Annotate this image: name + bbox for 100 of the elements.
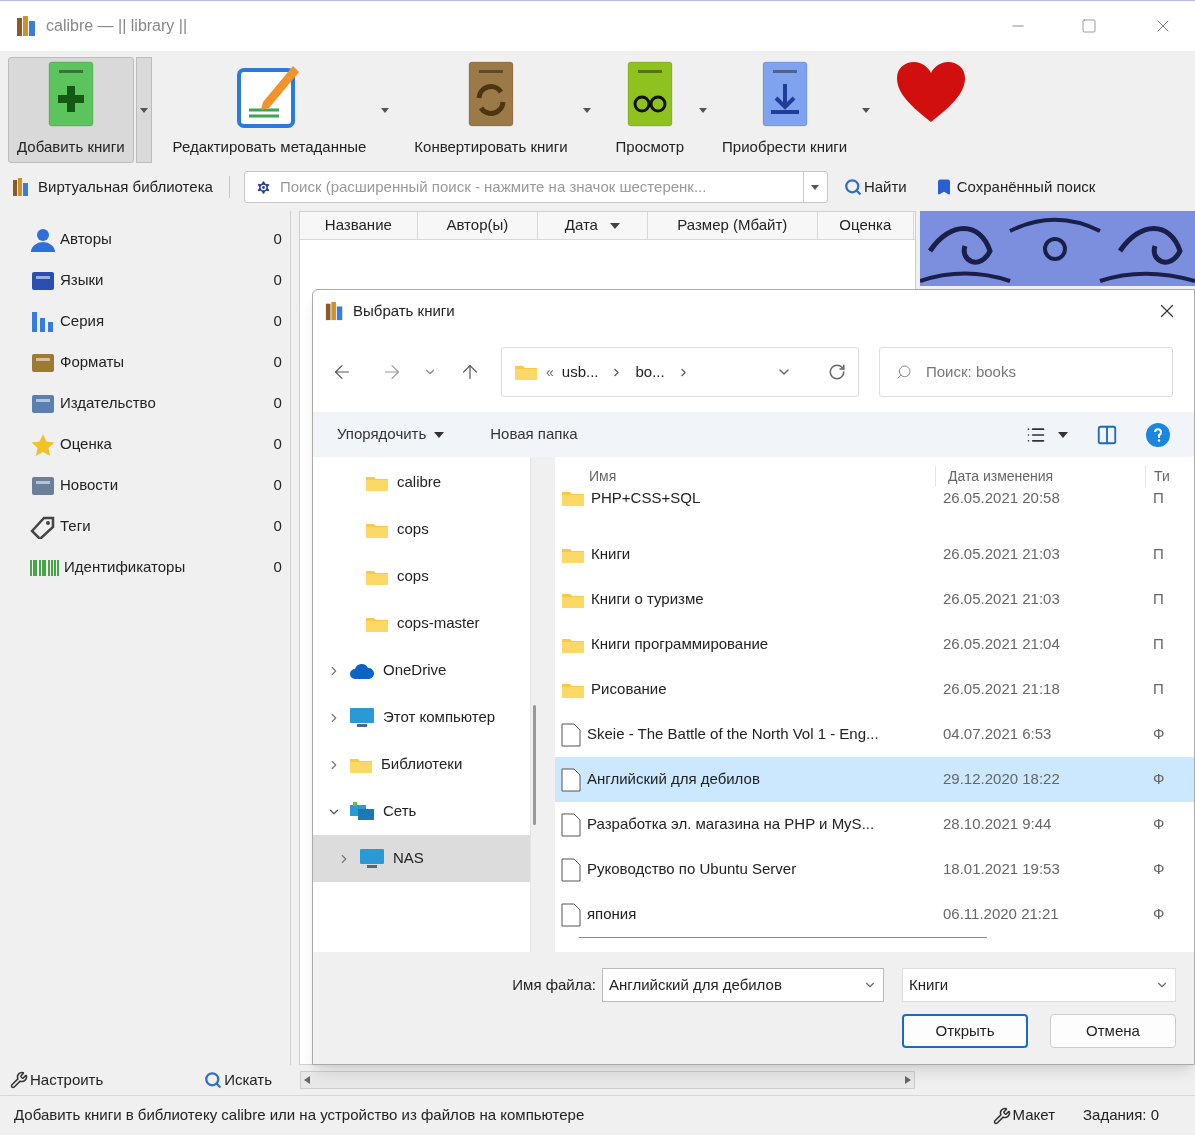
layout-button[interactable]: Макет [992,1104,1056,1127]
overflow-chevron-icon[interactable]: « [546,361,554,383]
file-type: Ф [1152,769,1165,790]
open-button[interactable]: Открыть [902,1014,1028,1048]
find-button[interactable]: Искать [204,1068,272,1092]
category-label[interactable]: Авторы [60,228,270,251]
search-icon[interactable] [843,178,862,196]
search-icon[interactable] [204,1071,223,1089]
file-row[interactable]: Рисование 26.05.2021 21:18 П [555,667,1194,712]
column-header[interactable]: Имя [555,466,935,487]
file-date: 04.07.2021 6:53 [942,724,1053,745]
navigation-item[interactable]: Библиотеки [313,741,530,788]
file-type: Ф [1152,859,1165,880]
toolbar-button[interactable]: Приобрести книги [713,57,857,163]
file-date: 28.10.2021 9:44 [942,814,1053,835]
category-count: 0 [273,516,282,537]
file-name: Рисование [591,679,667,700]
search-field[interactable]: Поиск: books [926,360,1156,384]
library-books-icon [12,177,30,197]
file-row[interactable]: Книги 26.05.2021 21:03 П [555,532,1194,577]
address-bar[interactable]: « usb... bo... [501,347,859,397]
new-folder-button[interactable]: Новая папка [490,423,578,446]
category-label[interactable]: Издательство [60,392,270,415]
navigation-label: NAS [393,848,424,869]
horizontal-scrollbar[interactable] [300,1071,915,1089]
category-label[interactable]: Оценка [60,433,270,456]
navigation-item[interactable]: Этот компьютер [313,694,530,741]
file-row[interactable]: Руководство по Ubuntu Server 18.01.2021 19:53 Ф [555,847,1194,892]
toolbar-button[interactable]: Конвертировать книги [405,57,577,163]
search-box[interactable]: Поиск: books [879,347,1173,397]
virtual-library-button[interactable]: Виртуальная библиотека [38,175,230,199]
navigation-item[interactable]: cops-master [313,600,530,647]
column-header[interactable]: Ти [1145,466,1170,487]
search-field[interactable]: Поиск (расширенный поиск - нажмите на значок шестеренк... [279,175,803,199]
file-type: П [1152,544,1164,565]
scroll-left-icon[interactable] [304,1076,310,1084]
organize-button[interactable]: Упорядочить [337,423,445,446]
column-header[interactable]: Размер (Мбайт) [647,212,818,239]
navigation-item[interactable]: OneDrive [313,647,530,694]
category-label[interactable]: Теги [60,515,270,538]
configure-button[interactable]: Настроить [10,1068,104,1092]
navigation-item[interactable]: NAS [313,835,530,882]
file-type-filter[interactable]: Книги [909,973,949,997]
find-button[interactable]: Найти [843,175,907,199]
refresh-icon[interactable] [828,363,846,381]
search-box[interactable]: Поиск (расширенный поиск - нажмите на значок шестеренк... [243,171,828,203]
breadcrumb[interactable]: bo... [635,360,665,384]
file-name: Книги программирование [591,634,769,655]
breadcrumb[interactable]: usb... [561,360,599,384]
file-row[interactable]: Книги о туризме 26.05.2021 21:03 П [555,577,1194,622]
navigation-item[interactable]: calibre [313,459,530,506]
file-type: П [1152,679,1164,700]
file-name: Руководство по Ubuntu Server [587,859,797,880]
file-row[interactable]: япония 06.11.2020 21:21 Ф [555,892,1194,937]
search-icon[interactable] [896,364,912,380]
navigation-label: cops-master [397,613,480,634]
scrollbar-thumb[interactable] [533,704,536,825]
wrench-icon[interactable] [992,1106,1011,1125]
sort-caret-icon[interactable] [609,222,620,229]
toolbar-button[interactable]: Редактировать метаданные [163,57,376,163]
wrench-icon[interactable] [10,1071,28,1089]
navigation-item[interactable]: cops [313,506,530,553]
category-label[interactable]: Форматы [60,351,270,374]
toolbar-button[interactable]: Добавить книги [8,57,134,163]
scroll-right-icon[interactable] [905,1076,911,1084]
column-header[interactable]: Дата изменения [935,466,1145,487]
view-caret-icon[interactable] [1058,431,1068,438]
column-header[interactable]: Автор(ы) [417,212,538,239]
help-icon[interactable] [1146,422,1170,447]
saved-search-button[interactable]: Сохранённый поиск [934,175,1096,199]
monitor-icon [349,706,375,729]
jobs-status[interactable]: Задания: 0 [1083,1104,1159,1127]
column-header[interactable]: Название [299,212,418,239]
file-name: PHP+CSS+SQL [591,488,701,508]
category-label[interactable]: Новости [60,474,270,497]
navigation-item[interactable]: cops [313,553,530,600]
file-row[interactable]: Skeie - The Battle of the North Vol 1 - Eng... 04.07.2021 6:53 Ф [555,712,1194,757]
category-count: 0 [273,475,282,496]
category-label[interactable]: Языки [60,269,270,292]
category-label[interactable]: Серия [60,310,270,333]
toolbar-button[interactable]: Просмотр [606,57,694,163]
cancel-button[interactable]: Отмена [1050,1014,1176,1048]
document-icon [561,812,581,837]
file-row[interactable]: Английский для дебилов 29.12.2020 18:22 Ф [555,757,1194,802]
file-row[interactable]: PHP+CSS+SQL 26.05.2021 20:58 П [555,487,1194,532]
column-header[interactable]: Дата [537,212,648,239]
horizontal-scrollbar-thumb[interactable] [579,937,987,938]
settings-icon[interactable] [254,178,272,196]
column-header[interactable]: Оценка [817,212,914,239]
caret-icon[interactable] [434,431,445,438]
person-icon [30,227,56,252]
file-row[interactable]: Разработка эл. магазина на PHP и MyS... 28.10.2021 9:44 Ф [555,802,1194,847]
file-name-field[interactable]: Английский для дебилов [609,973,863,997]
file-row[interactable]: Книги программирование 26.05.2021 21:04 П [555,622,1194,667]
heart-icon[interactable] [895,60,968,124]
category-label[interactable]: Идентификаторы [64,556,270,579]
navigation-item[interactable]: Сеть [313,788,530,835]
file-name-combo-box[interactable]: Английский для дебилов [602,968,884,1002]
preview-pane-icon[interactable] [1096,423,1118,446]
document-icon [561,767,581,792]
